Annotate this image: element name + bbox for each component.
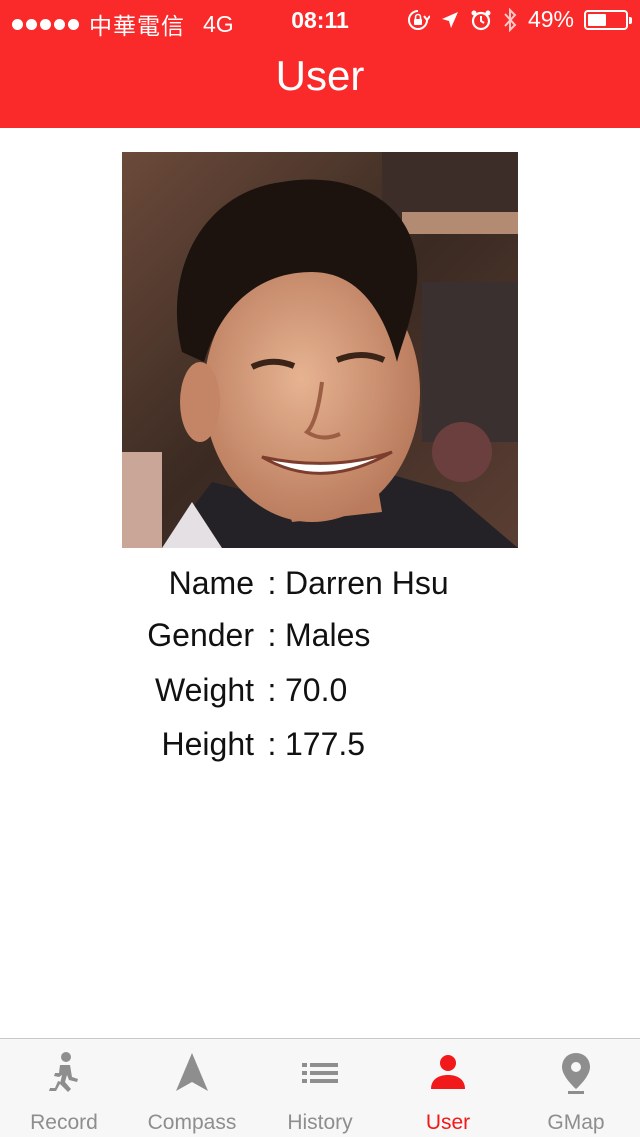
header: 中華電信 4G 08:11 49% User <box>0 0 640 128</box>
profile-row-height: Height : 177.5 <box>0 721 640 767</box>
tab-record[interactable]: Record <box>0 1039 128 1137</box>
field-label: Gender <box>147 617 254 653</box>
tab-compass[interactable]: Compass <box>128 1039 256 1137</box>
tab-label: GMap <box>547 1111 605 1134</box>
tab-label: Compass <box>147 1111 237 1134</box>
tab-label: User <box>425 1111 471 1134</box>
battery-icon <box>584 9 632 30</box>
page-title: User <box>275 52 365 99</box>
status-bar: 中華電信 4G 08:11 49% <box>0 0 640 40</box>
battery-fill <box>588 13 606 26</box>
field-value: Males <box>285 617 371 653</box>
running-person-icon <box>49 1052 78 1092</box>
profile-photo <box>122 152 518 548</box>
bluetooth-icon <box>504 7 517 32</box>
location-arrow-icon <box>441 11 458 28</box>
field-separator: : <box>267 617 277 653</box>
alarm-clock-icon <box>471 10 491 30</box>
tab-bar: Record Compass History User GMap <box>0 1038 640 1137</box>
tab-user[interactable]: User <box>384 1039 512 1137</box>
field-label: Weight <box>154 672 254 708</box>
status-right: 49% <box>406 6 632 33</box>
list-icon <box>302 1063 338 1083</box>
profile-row-name: Name : Darren Hsu <box>0 560 640 606</box>
field-separator: : <box>267 672 277 708</box>
profile-row-weight: Weight : 70.0 <box>0 667 640 713</box>
battery-percentage: 49% <box>527 6 574 32</box>
field-separator: : <box>267 726 277 762</box>
field-label: Name <box>168 565 254 601</box>
field-value: 177.5 <box>285 726 366 762</box>
tab-gmap[interactable]: GMap <box>512 1039 640 1137</box>
field-value: 70.0 <box>285 672 348 708</box>
tab-history[interactable]: History <box>256 1039 384 1137</box>
rotation-lock-icon <box>407 9 430 30</box>
field-separator: : <box>267 565 277 601</box>
user-icon <box>431 1055 465 1089</box>
compass-arrow-icon <box>176 1053 208 1091</box>
map-pin-icon <box>562 1053 590 1094</box>
field-label: Height <box>161 726 255 762</box>
profile-row-gender: Gender : Males <box>0 612 640 658</box>
tab-label: Record <box>30 1111 98 1134</box>
field-value: Darren Hsu <box>285 565 449 601</box>
tab-label: History <box>287 1111 353 1134</box>
